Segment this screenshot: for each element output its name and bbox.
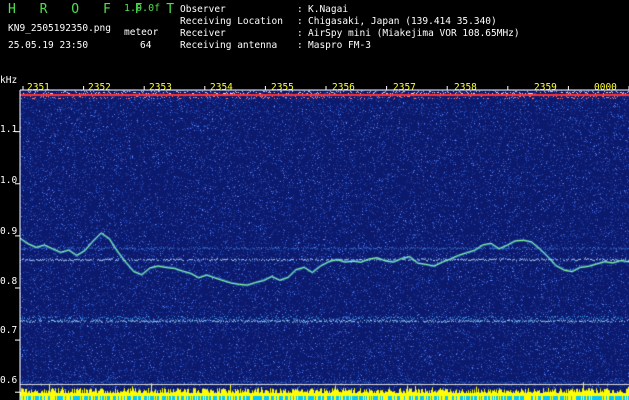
info-separator: :: [297, 16, 303, 27]
info-label: Receiver: [180, 28, 226, 39]
info-value: AirSpy mini (Miakejima VOR 108.65MHz): [308, 28, 520, 39]
y-tick-label: 1.1: [0, 124, 18, 135]
y-tick-label: 1.0: [0, 175, 18, 186]
info-value: Chigasaki, Japan (139.414 35.340): [308, 16, 497, 27]
y-tick-label: 0.9: [0, 226, 18, 237]
meteor-count: 64: [140, 40, 152, 51]
filename-label: KN9_2505192350.png: [8, 23, 111, 34]
info-separator: :: [297, 40, 303, 51]
y-tick-label: 0.7: [0, 325, 18, 336]
info-value: K.Nagai: [308, 4, 349, 15]
datetime-label: 25.05.19 23:50: [8, 40, 89, 51]
info-value: Maspro FM-3: [308, 40, 371, 51]
spectrogram-canvas: [20, 90, 629, 400]
info-label: Receiving Location: [180, 16, 283, 27]
info-label: Receiving antenna: [180, 40, 278, 51]
y-tick-label: 0.6: [0, 375, 18, 386]
meteor-label: meteor: [124, 27, 159, 38]
info-label: Observer: [180, 4, 226, 15]
info-separator: :: [297, 28, 303, 39]
version-label: 1.0.0f: [124, 3, 161, 14]
y-tick-label: 0.8: [0, 276, 18, 287]
y-axis-unit: kHz: [0, 75, 18, 86]
info-separator: :: [297, 4, 303, 15]
hroft-window: H R O F F T 1.0.0f KN9_2505192350.png 25…: [0, 0, 629, 400]
